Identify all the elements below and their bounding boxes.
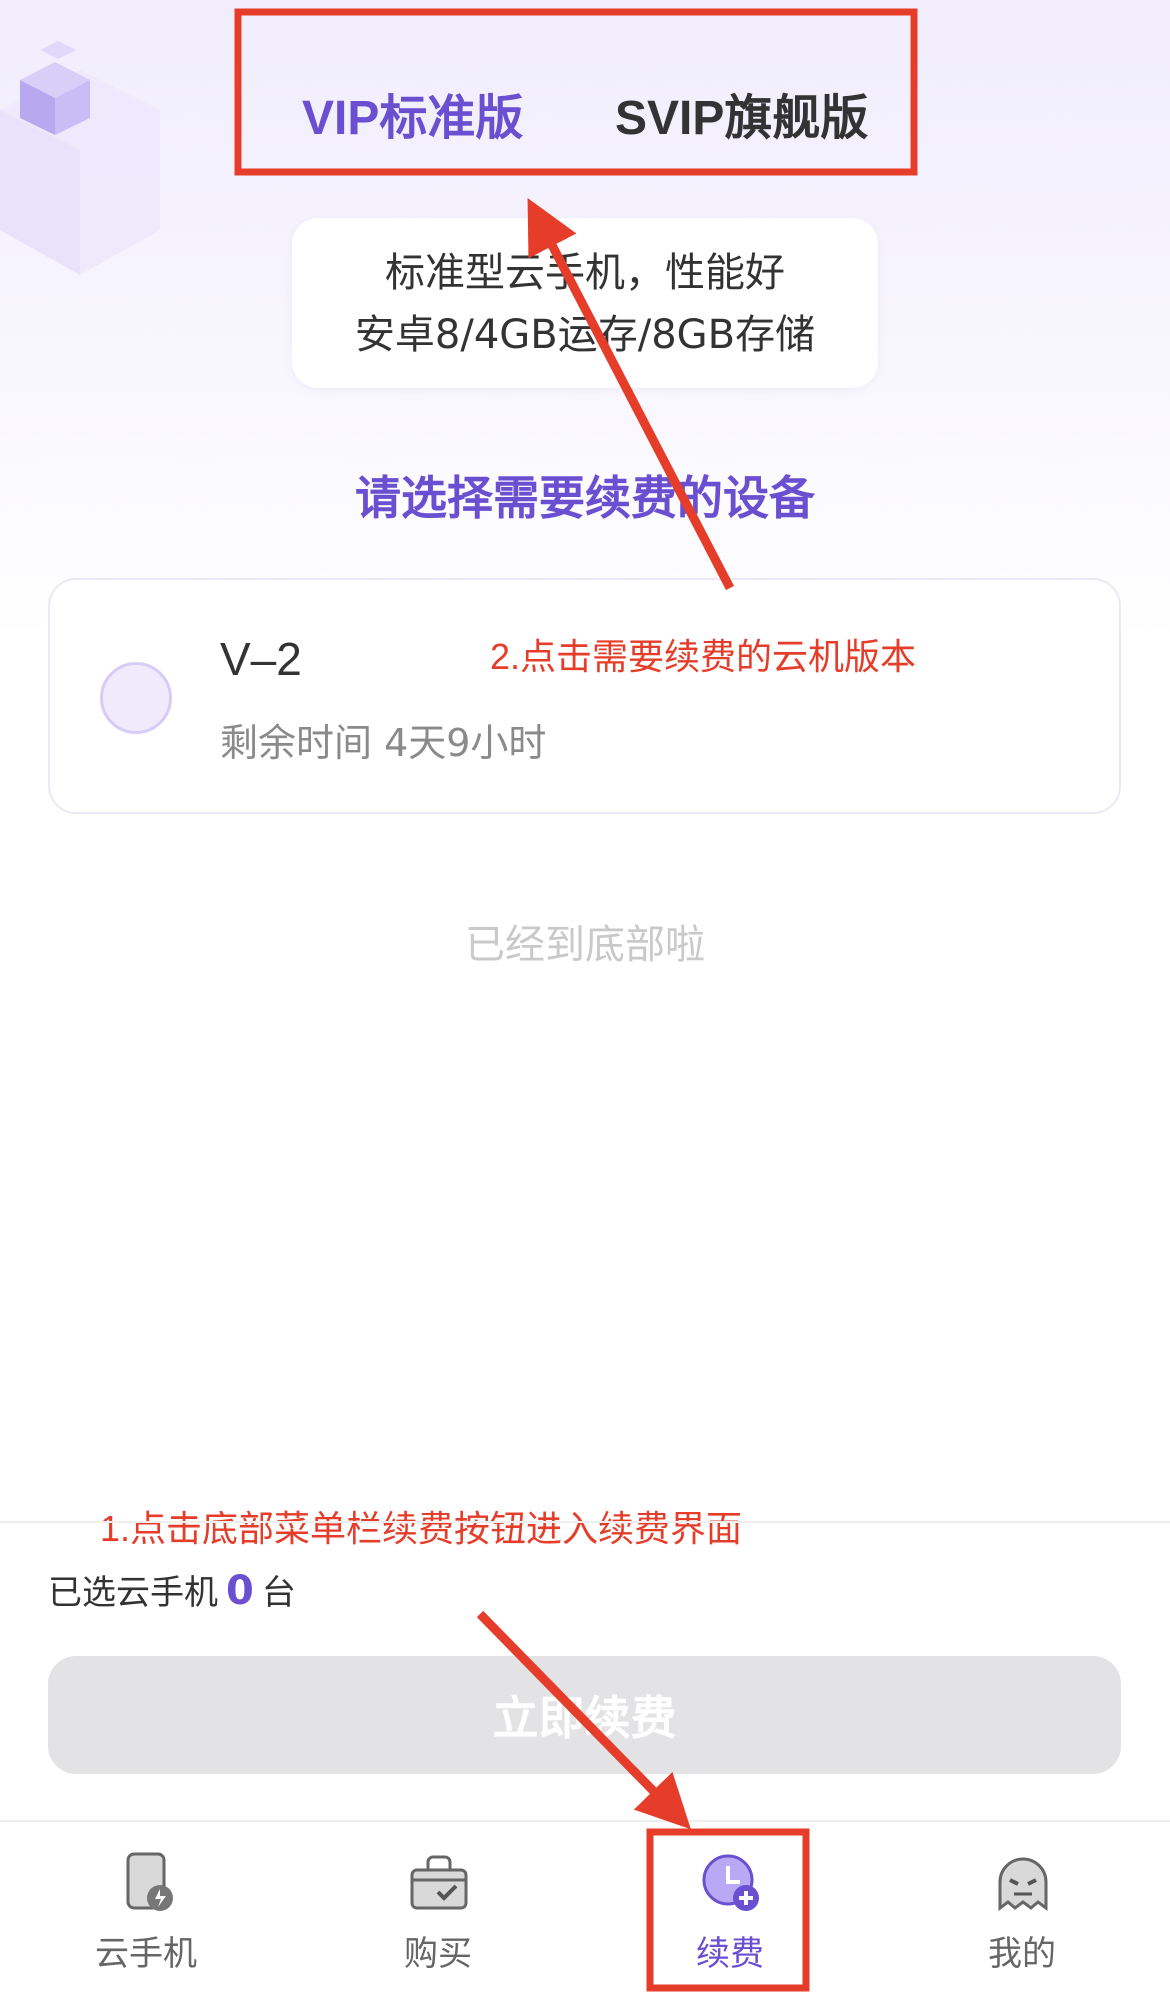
bottom-tabbar: 云手机 购买 续费 我的	[0, 1820, 1170, 1995]
tab-label: 购买	[404, 1934, 472, 1974]
spec-line-performance: 标准型云手机，性能好	[385, 250, 785, 296]
selected-count-suffix: 台	[261, 1573, 296, 1613]
device-select-radio[interactable]	[100, 662, 172, 734]
tab-label: 我的	[988, 1934, 1056, 1974]
tab-buy[interactable]: 购买	[292, 1822, 584, 1995]
tab-svip-flagship[interactable]: SVIP旗舰版	[615, 78, 868, 148]
divider	[0, 1521, 1170, 1523]
selected-count: 已选云手机 0 台	[48, 1565, 296, 1614]
tab-vip-standard[interactable]: VIP标准版	[302, 78, 523, 148]
tab-renew[interactable]: 续费	[584, 1822, 876, 1995]
device-name: V–2	[220, 633, 302, 685]
renew-now-button[interactable]: 立即续费	[48, 1656, 1121, 1774]
annotation-step1: 1.点击底部菜单栏续费按钮进入续费界面	[100, 1508, 743, 1549]
annotation-step2: 2.点击需要续费的云机版本	[490, 636, 917, 677]
tab-label: 云手机	[95, 1934, 197, 1974]
device-card[interactable]: V–2 剩余时间 4天9小时	[48, 578, 1121, 814]
tab-label: 续费	[696, 1934, 764, 1974]
end-of-list-hint: 已经到底部啦	[465, 922, 705, 968]
ghost-avatar-icon	[998, 1857, 1048, 1911]
decorative-cubes	[0, 41, 160, 275]
renew-clock-icon	[702, 1854, 759, 1911]
selected-count-number: 0	[226, 1568, 254, 1614]
spec-line-hardware: 安卓8/4GB运存/8GB存储	[354, 312, 816, 358]
shopping-bag-icon	[410, 1855, 468, 1910]
section-title: 请选择需要续费的设备	[355, 471, 815, 525]
tab-cloud-phone[interactable]: 云手机	[0, 1822, 292, 1995]
device-remaining-time: 剩余时间 4天9小时	[220, 721, 547, 765]
cloud-phone-icon	[126, 1852, 173, 1911]
selected-count-prefix: 已选云手机	[48, 1573, 218, 1613]
tab-mine[interactable]: 我的	[876, 1822, 1168, 1995]
plan-tabs: VIP标准版 SVIP旗舰版	[240, 60, 920, 170]
plan-spec-card: 标准型云手机，性能好 安卓8/4GB运存/8GB存储	[292, 218, 878, 388]
